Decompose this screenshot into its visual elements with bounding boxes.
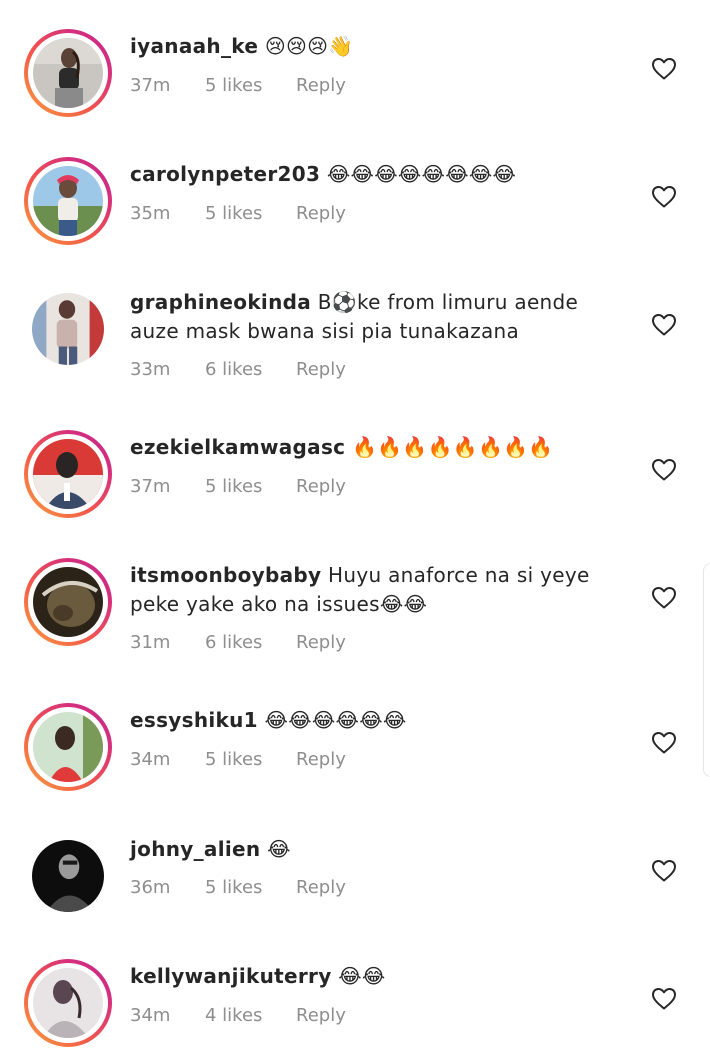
comment-likes-count[interactable]: 6 likes <box>205 631 262 655</box>
comment-likes-count[interactable]: 5 likes <box>205 475 262 499</box>
comment-time: 37m <box>130 476 171 497</box>
avatar-photo <box>33 439 103 509</box>
comment-likes-count[interactable]: 6 likes <box>205 358 262 382</box>
avatar[interactable] <box>24 558 112 646</box>
comment-time: 31m <box>130 632 171 653</box>
reply-button[interactable]: Reply <box>296 1004 346 1028</box>
heart-outline-icon[interactable] <box>651 57 677 81</box>
avatar[interactable] <box>24 834 112 922</box>
avatar-photo <box>32 840 104 912</box>
comment-text: 😂😂 <box>338 964 386 988</box>
heart-outline-icon[interactable] <box>651 313 677 337</box>
avatar-photo <box>33 166 103 236</box>
comment-username[interactable]: iyanaah_ke <box>130 34 258 58</box>
comment-username[interactable]: carolynpeter203 <box>130 162 320 186</box>
avatar[interactable] <box>24 430 112 518</box>
comment-username[interactable]: graphineokinda <box>130 290 311 314</box>
reply-button[interactable]: Reply <box>296 202 346 226</box>
comment-time: 35m <box>130 203 171 224</box>
avatar[interactable] <box>24 287 112 375</box>
comment-likes-count[interactable]: 5 likes <box>205 876 262 900</box>
heart-outline-icon[interactable] <box>651 731 677 755</box>
comment-text: 🔥🔥🔥🔥🔥🔥🔥🔥 <box>352 435 554 459</box>
comment-text: 😂😂😂😂😂😂 <box>264 708 407 732</box>
avatar-photo <box>33 38 103 108</box>
comment-likes-count[interactable]: 4 likes <box>205 1004 262 1028</box>
avatar-photo <box>33 712 103 782</box>
comment-username[interactable]: kellywanjikuterry <box>130 964 332 988</box>
heart-outline-icon[interactable] <box>651 987 677 1011</box>
avatar[interactable] <box>24 29 112 117</box>
heart-outline-icon[interactable] <box>651 458 677 482</box>
reply-button[interactable]: Reply <box>296 475 346 499</box>
comment-likes-count[interactable]: 5 likes <box>205 74 262 98</box>
comment-username[interactable]: itsmoonboybaby <box>130 563 321 587</box>
comment-likes-count[interactable]: 5 likes <box>205 748 262 772</box>
reply-button[interactable]: Reply <box>296 748 346 772</box>
side-panel-edge <box>703 563 710 777</box>
comment-text: 😂 <box>267 837 291 861</box>
comment-username[interactable]: essyshiku1 <box>130 708 258 732</box>
comment-time: 37m <box>130 75 171 96</box>
reply-button[interactable]: Reply <box>296 876 346 900</box>
heart-outline-icon[interactable] <box>651 859 677 883</box>
avatar-photo <box>33 567 103 637</box>
comment-time: 36m <box>130 877 171 898</box>
comment-time: 34m <box>130 1005 171 1026</box>
avatar[interactable] <box>24 157 112 245</box>
heart-outline-icon[interactable] <box>651 185 677 209</box>
comment-username[interactable]: johny_alien <box>130 837 260 861</box>
comment-text: 😂😂😂😂😂😂😂😂 <box>326 162 517 186</box>
avatar[interactable] <box>24 959 112 1047</box>
comment-text: 😢😢😢👋 <box>264 34 354 58</box>
avatar[interactable] <box>24 703 112 791</box>
reply-button[interactable]: Reply <box>296 358 346 382</box>
comment-likes-count[interactable]: 5 likes <box>205 202 262 226</box>
avatar-photo <box>33 968 103 1038</box>
comment-username[interactable]: ezekielkamwagasc <box>130 435 345 459</box>
avatar-photo <box>32 293 104 365</box>
reply-button[interactable]: Reply <box>296 631 346 655</box>
reply-button[interactable]: Reply <box>296 74 346 98</box>
comment-time: 33m <box>130 359 171 380</box>
comment-time: 34m <box>130 749 171 770</box>
heart-outline-icon[interactable] <box>651 586 677 610</box>
